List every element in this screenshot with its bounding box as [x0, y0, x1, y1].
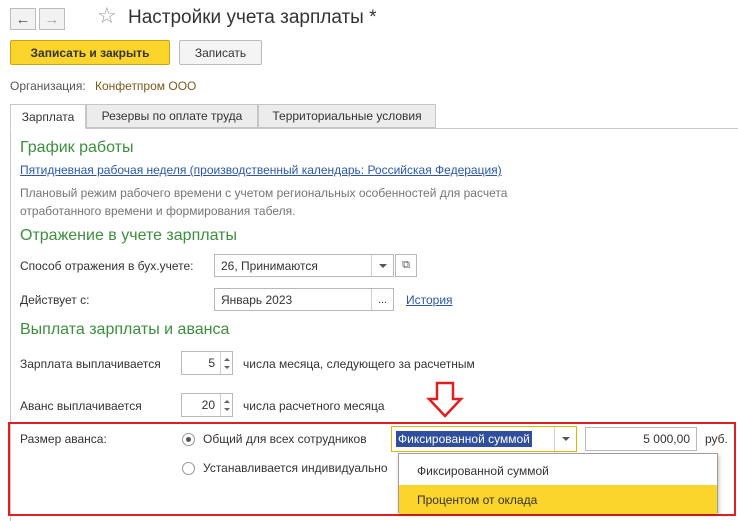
advance-size-label: Размер аванса:: [20, 432, 107, 446]
schedule-note-line2: отработанного времени и формирования таб…: [20, 204, 296, 218]
method-label: Способ отражения в бух.учете:: [20, 259, 194, 273]
advance-mode-value: Фиксированной суммой: [396, 431, 532, 447]
advance-day-value: 20: [201, 398, 215, 412]
tab-panel-border: [10, 128, 738, 129]
schedule-link[interactable]: Пятидневная рабочая неделя (производстве…: [20, 163, 502, 177]
dropdown-item-percent[interactable]: Процентом от оклада: [399, 485, 717, 514]
favorite-star-icon[interactable]: ☆: [97, 5, 117, 27]
tab-reserves[interactable]: Резервы по оплате труда: [86, 104, 258, 128]
accounting-heading: Отражение в учете зарплаты: [20, 227, 237, 244]
salary-day-stepper[interactable]: 5: [181, 351, 233, 375]
advance-amount-value: 5 000,00: [643, 432, 690, 446]
method-select[interactable]: 26, Принимаются: [214, 254, 394, 277]
salary-suffix: числа месяца, следующего за расчетным: [243, 357, 475, 371]
page-title: Настройки учета зарплаты *: [128, 7, 377, 28]
history-link[interactable]: История: [406, 293, 453, 307]
save-button[interactable]: Записать: [179, 40, 262, 65]
down-arrow-annotation-icon: [426, 381, 464, 418]
select-ellipsis-button[interactable]: ...: [371, 289, 393, 310]
organization-label: Организация:: [10, 79, 86, 93]
stepper-arrows-icon[interactable]: [220, 394, 232, 416]
salary-day-value: 5: [208, 356, 215, 370]
salary-label: Зарплата выплачивается: [20, 357, 161, 371]
advance-suffix: числа расчетного месяца: [243, 399, 385, 413]
effective-field[interactable]: Январь 2023 ...: [214, 288, 394, 311]
option-common-label[interactable]: Общий для всех сотрудников: [203, 432, 367, 446]
dropdown-item-fixed[interactable]: Фиксированной суммой: [399, 456, 717, 485]
advance-mode-select[interactable]: Фиксированной суммой: [391, 426, 577, 452]
schedule-heading: График работы: [20, 139, 134, 156]
chevron-down-icon[interactable]: [554, 427, 576, 451]
effective-value: Январь 2023: [221, 292, 293, 307]
schedule-note-line1: Плановый режим рабочего времени с учетом…: [20, 186, 508, 200]
radio-common[interactable]: [182, 433, 195, 446]
effective-label: Действует с:: [20, 293, 90, 307]
advance-day-stepper[interactable]: 20: [181, 393, 233, 417]
advance-amount-field[interactable]: 5 000,00: [585, 427, 697, 451]
open-icon[interactable]: ⧉: [395, 254, 417, 277]
tab-salary[interactable]: Зарплата: [10, 104, 86, 129]
tab-territorial[interactable]: Территориальные условия: [258, 104, 436, 128]
stepper-arrows-icon[interactable]: [220, 352, 232, 374]
save-and-close-button[interactable]: Записать и закрыть: [10, 40, 170, 65]
organization-value[interactable]: Конфетпром ООО: [95, 79, 196, 93]
payment-heading: Выплата зарплаты и аванса: [20, 321, 230, 338]
advance-label: Аванс выплачивается: [20, 399, 142, 413]
arrow-right-icon: →: [44, 10, 60, 28]
forward-button[interactable]: →: [39, 8, 65, 30]
advance-mode-dropdown[interactable]: Фиксированной суммой Процентом от оклада: [398, 453, 718, 514]
radio-individual[interactable]: [182, 462, 195, 475]
arrow-left-icon: ←: [15, 10, 31, 28]
method-value: 26, Принимаются: [221, 258, 318, 273]
option-individual-label[interactable]: Устанавливается индивидуально: [203, 461, 399, 475]
chevron-down-icon[interactable]: [371, 255, 393, 276]
currency-label: руб.: [705, 432, 728, 446]
back-button[interactable]: ←: [10, 8, 36, 30]
